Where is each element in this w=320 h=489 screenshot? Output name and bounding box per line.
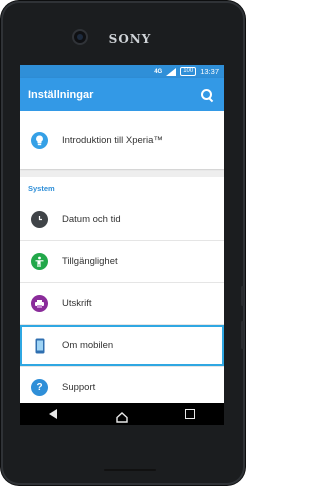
navigation-bar: [20, 403, 224, 425]
battery-icon: 100: [180, 67, 197, 76]
brand-logo: SONY: [108, 32, 152, 46]
settings-list: Introduktion till Xperia™ System Datum o…: [20, 111, 224, 408]
list-item-print[interactable]: Utskrift: [20, 283, 224, 324]
front-camera: [74, 31, 86, 43]
list-item-support[interactable]: ? Support: [20, 367, 224, 408]
clock-icon: [31, 211, 48, 228]
list-item-label: Utskrift: [62, 298, 92, 309]
lightbulb-icon: [31, 131, 48, 149]
list-item-label: Tillgänglighet: [62, 256, 118, 267]
list-item-about-phone[interactable]: Om mobilen: [20, 325, 224, 366]
app-bar: Inställningar: [20, 78, 224, 111]
section-header: System: [20, 177, 224, 199]
list-item-accessibility[interactable]: Tillgänglighet: [20, 241, 224, 282]
search-icon[interactable]: [200, 88, 214, 102]
phone-icon: [31, 337, 48, 354]
list-item-intro[interactable]: Introduktion till Xperia™: [20, 120, 224, 160]
bottom-speaker: [104, 469, 156, 471]
list-item-label: Om mobilen: [62, 340, 114, 351]
accessibility-icon: [31, 253, 48, 270]
home-icon[interactable]: [116, 410, 128, 423]
clock-time: 13:37: [200, 67, 219, 76]
power-button: [241, 286, 244, 306]
page-title: Inställningar: [28, 88, 94, 101]
volume-button: [241, 321, 244, 349]
network-type: 4G: [154, 68, 163, 75]
back-icon[interactable]: [49, 409, 58, 419]
list-item-label: Support: [62, 382, 96, 393]
intro-card: Introduktion till Xperia™: [20, 111, 224, 169]
printer-icon: [31, 295, 48, 312]
list-item-date-time[interactable]: Datum och tid: [20, 199, 224, 240]
screen: 4G 100 13:37 Inställningar Introduktion …: [20, 65, 224, 420]
list-item-label: Introduktion till Xperia™: [62, 134, 163, 146]
help-icon: ?: [31, 379, 48, 396]
list-item-label: Datum och tid: [62, 214, 121, 225]
system-card: System Datum och tid Tillgänglighet Utsk…: [20, 177, 224, 408]
status-bar: 4G 100 13:37: [20, 65, 224, 78]
signal-icon: [166, 67, 177, 76]
recent-apps-icon[interactable]: [184, 409, 195, 419]
